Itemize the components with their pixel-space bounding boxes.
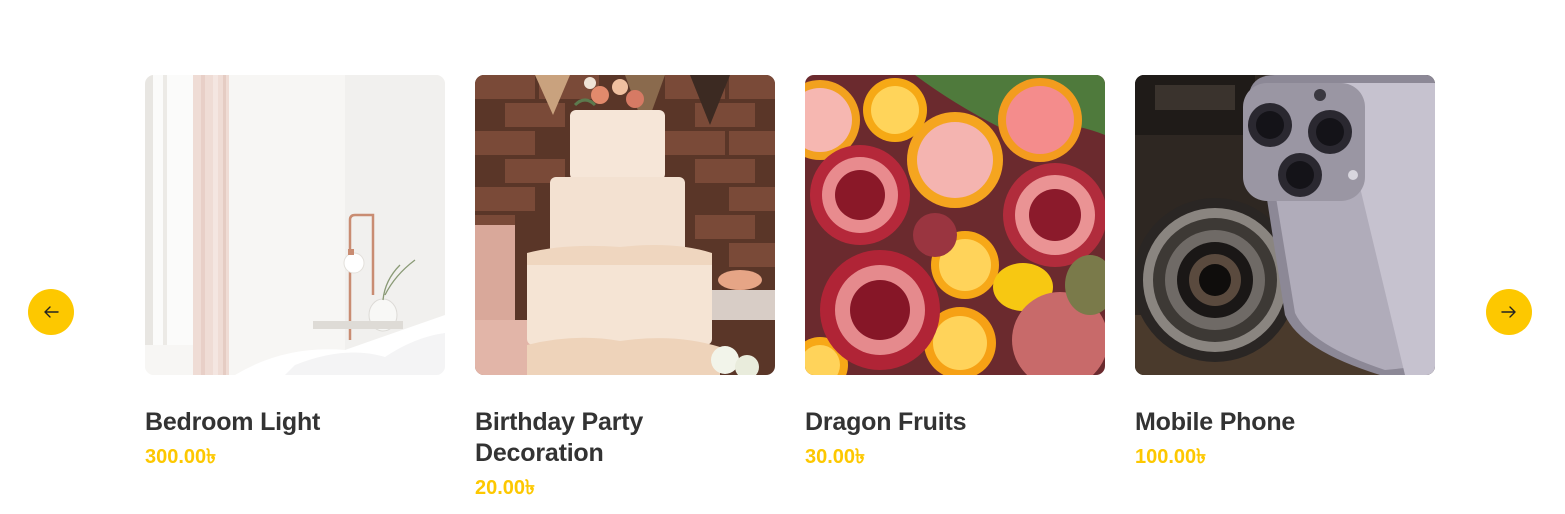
product-card-bedroom-light[interactable]: Bedroom Light 300.00৳ xyxy=(145,75,445,500)
product-image-mobile-phone[interactable] xyxy=(1135,75,1435,375)
product-price: 20.00৳ xyxy=(475,477,536,499)
carousel-prev-button[interactable] xyxy=(28,289,74,335)
phone-camera-photo xyxy=(1135,75,1435,375)
carousel-next-button[interactable] xyxy=(1486,289,1532,335)
product-image-birthday-party-decoration[interactable] xyxy=(475,75,775,375)
product-title[interactable]: Mobile Phone xyxy=(1135,407,1435,438)
product-image-bedroom-light[interactable] xyxy=(145,75,445,375)
product-price: 30.00৳ xyxy=(805,446,866,468)
wedding-cake-photo xyxy=(475,75,775,375)
fruits-photo xyxy=(805,75,1105,375)
product-card-birthday-party-decoration[interactable]: Birthday Party Decoration 20.00৳ xyxy=(475,75,775,500)
product-title[interactable]: Birthday Party Decoration xyxy=(475,407,775,469)
product-title[interactable]: Bedroom Light xyxy=(145,407,445,438)
product-card-mobile-phone[interactable]: Mobile Phone 100.00৳ xyxy=(1135,75,1435,500)
product-price: 300.00৳ xyxy=(145,446,217,468)
product-price: 100.00৳ xyxy=(1135,446,1207,468)
product-title[interactable]: Dragon Fruits xyxy=(805,407,1105,438)
carousel-track: Bedroom Light 300.00৳ Birthday Party Dec… xyxy=(145,75,1435,500)
product-image-dragon-fruits[interactable] xyxy=(805,75,1105,375)
arrow-right-icon xyxy=(1501,306,1516,318)
product-card-dragon-fruits[interactable]: Dragon Fruits 30.00৳ xyxy=(805,75,1105,500)
bedroom-lamp-photo xyxy=(145,75,445,375)
product-carousel: Bedroom Light 300.00৳ Birthday Party Dec… xyxy=(0,0,1565,514)
arrow-left-icon xyxy=(44,306,59,318)
